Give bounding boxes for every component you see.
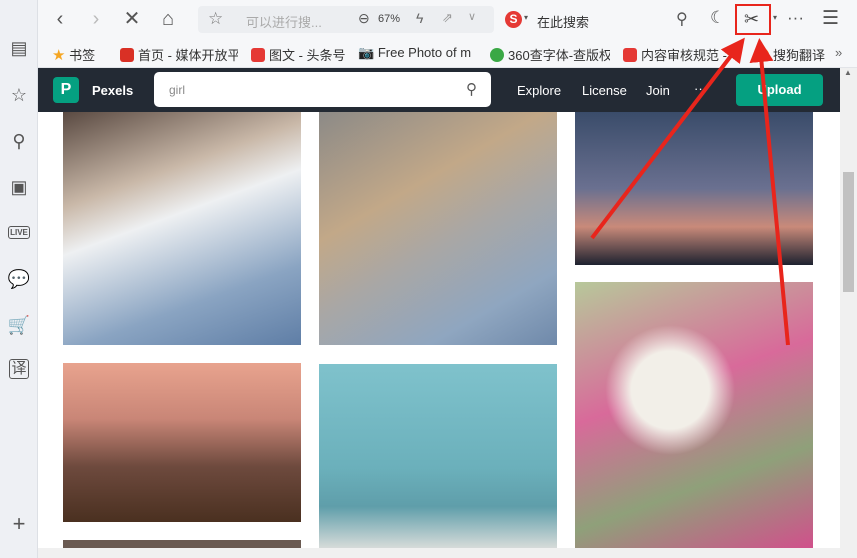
nav-more[interactable]: ··· [694,81,707,96]
search-icon[interactable]: ⚲ [676,9,688,29]
photo-girl-beach[interactable] [319,364,557,548]
photo-partial[interactable] [63,540,301,548]
pexels-logo[interactable]: P [53,77,79,103]
bookmark-item[interactable]: 内容审核规范 - [623,45,733,64]
menu-icon[interactable]: ☰ [822,7,839,30]
lightning-icon[interactable]: ϟ [416,10,423,26]
photo-girl-sunset-field[interactable] [63,363,301,522]
star-icon[interactable]: ☆ [7,83,31,107]
nav-join[interactable]: Join [646,83,670,98]
cart-icon[interactable]: 🛒 [7,313,31,337]
caret-icon[interactable]: ▾ [773,13,777,22]
vertical-scrollbar[interactable]: ▲ [840,68,857,548]
bookmarks-bar: ★ 书签 首页 - 媒体开放平 图文 - 头条号 📷 Free Photo of… [38,38,857,68]
pexels-header: P Pexels girl ⚲ Explore License Join ···… [38,68,840,112]
home-icon[interactable]: ⌂ [156,7,180,31]
zoom-level[interactable]: 67% [378,13,400,25]
site-icon [251,48,265,62]
search-icon[interactable]: ⚲ [466,80,477,98]
more-bookmarks-icon[interactable]: » [835,45,842,60]
upload-button[interactable]: Upload [736,74,823,106]
scroll-up-icon[interactable]: ▲ [844,68,852,77]
add-icon[interactable]: + [7,512,31,536]
bookmark-item[interactable]: 图文 - 头条号 [251,45,361,64]
night-mode-icon[interactable]: ☾ [710,8,725,28]
site-icon [755,48,769,62]
site-icon [490,48,504,62]
more-icon[interactable]: ··· [787,8,804,28]
photo-girl-flowers-hat[interactable] [575,282,813,548]
bookmark-folder[interactable]: ★ 书签 [52,45,95,64]
photo-silhouette-dusk[interactable] [575,112,813,265]
address-input[interactable]: 可以进行搜... [246,12,322,31]
star-icon[interactable]: ☆ [208,9,223,29]
horizontal-scrollbar[interactable] [38,548,857,558]
zoom-icon[interactable]: ⊖ [358,10,370,27]
site-icon [623,48,637,62]
news-icon[interactable]: ▤ [7,36,31,60]
photo-girl-white-shirt[interactable] [63,112,301,345]
video-icon[interactable]: ▣ [7,175,31,199]
search-engine-input[interactable]: 在此搜索 [537,12,589,31]
bookmark-item[interactable]: 搜狗翻译 [755,45,827,64]
back-icon[interactable]: ‹ [50,7,70,31]
live-icon[interactable]: LIVE [7,221,31,245]
translate-icon[interactable]: 译 [9,359,29,379]
screenshot-button[interactable]: ✂ [735,4,771,35]
scissors-icon: ✂ [744,9,760,29]
forward-icon[interactable]: › [86,7,106,31]
nav-license[interactable]: License [582,83,627,98]
camera-icon: 📷 [358,45,375,60]
scrollbar-thumb[interactable] [843,172,854,292]
chevron-down-icon[interactable]: ∨ [468,10,476,23]
browser-sidebar: ▤ ☆ ⚲ ▣ LIVE 💬 🛒 译 + [0,0,38,558]
stop-icon[interactable]: ✕ [120,7,144,31]
search-input[interactable]: girl ⚲ [154,72,491,107]
bookmark-item[interactable]: 首页 - 媒体开放平 [120,45,238,64]
photo-grid [38,112,840,548]
caret-icon[interactable]: ▾ [524,13,528,22]
sogou-search-icon[interactable]: S [505,11,522,28]
brand-name[interactable]: Pexels [92,83,133,98]
site-icon [120,48,134,62]
bookmark-item[interactable]: 📷 Free Photo of m [358,45,476,61]
nav-explore[interactable]: Explore [517,83,561,98]
photo-girl-denim-jacket[interactable] [319,112,557,345]
share-icon[interactable]: ⇗ [442,10,453,26]
search-icon[interactable]: ⚲ [7,129,31,153]
bookmark-item[interactable]: 360查字体-查版权 [490,45,610,64]
address-bar[interactable]: ☆ 可以进行搜... ⊖ 67% ϟ ⇗ ∨ [198,6,494,33]
chat-icon[interactable]: 💬 [7,267,31,291]
star-icon: ★ [52,47,66,64]
